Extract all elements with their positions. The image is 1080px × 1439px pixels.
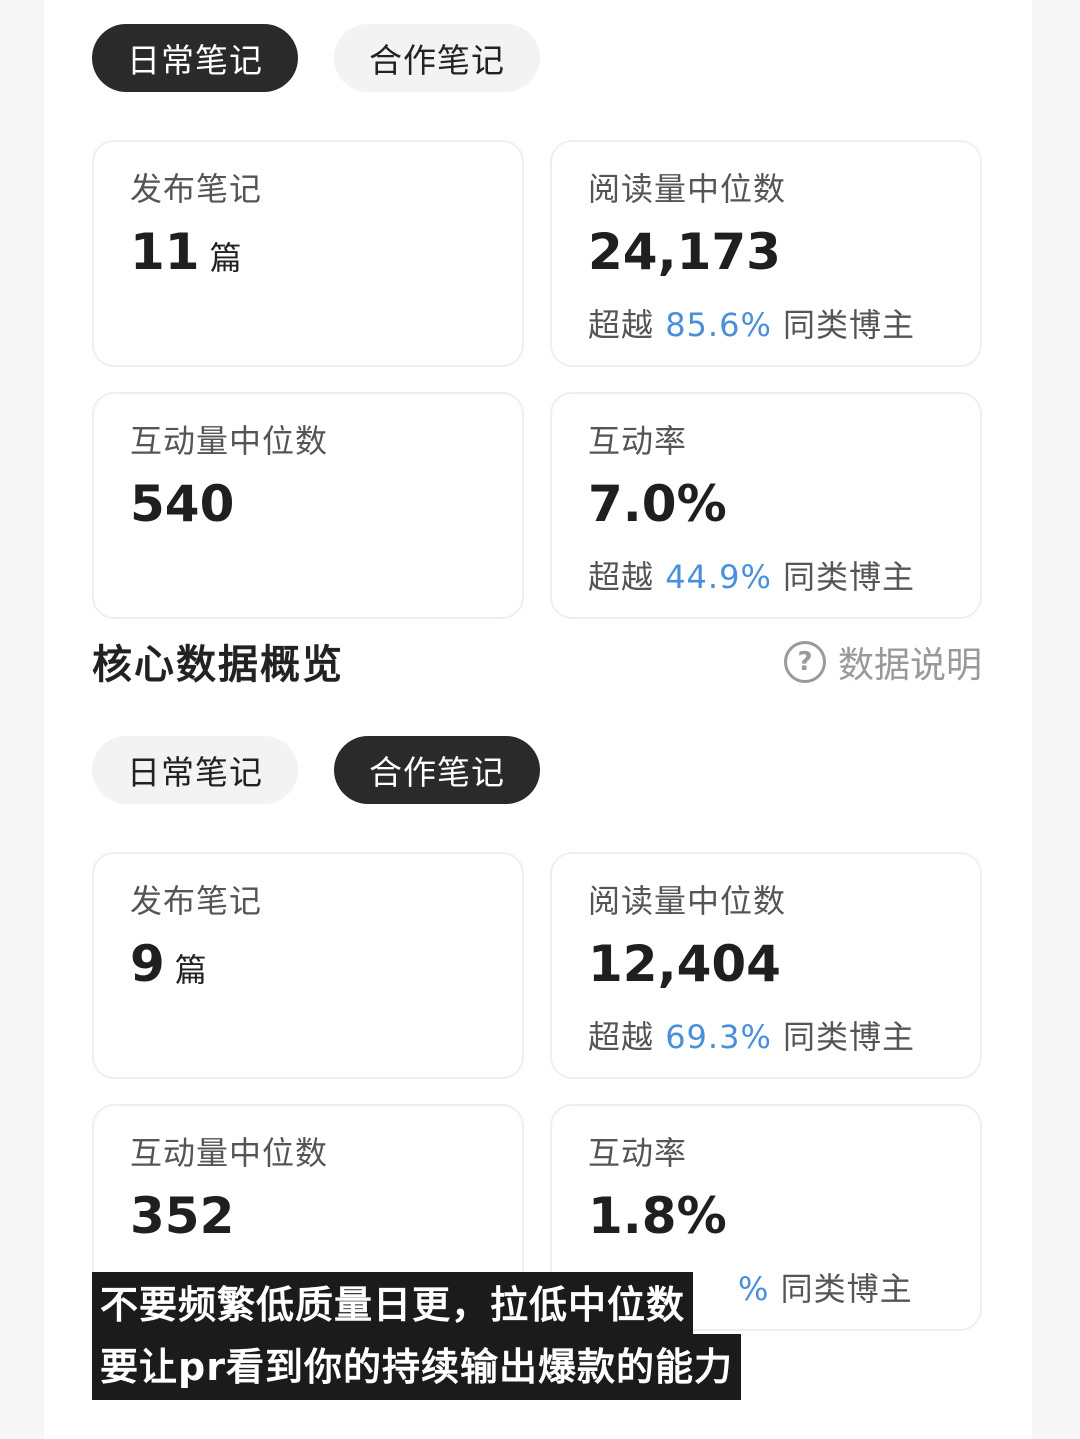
stat-label: 互动率 <box>588 1134 688 1172</box>
stat-card-interaction-rate: 互动率 7.0% 超越 44.9% 同类博主 <box>550 392 982 619</box>
rank-text: 超越 69.3% 同类博主 <box>588 1018 916 1056</box>
rank-percentage: 44.9% <box>665 558 772 596</box>
data-explanation-link[interactable]: ? 数据说明 <box>783 636 982 688</box>
tab-daily-notes[interactable]: 日常笔记 <box>92 24 298 92</box>
stat-value: 12,404 <box>588 935 781 993</box>
stat-value: 9篇 <box>130 935 207 993</box>
stat-label: 互动量中位数 <box>130 422 329 460</box>
stat-label: 阅读量中位数 <box>588 170 787 208</box>
section-title: 核心数据概览 <box>92 642 344 688</box>
rank-text: 超越 85.6% 同类博主 <box>588 306 916 344</box>
caption-line-2: 要让pr看到你的持续输出爆款的能力 <box>92 1334 741 1400</box>
stat-value: 7.0% <box>588 475 727 533</box>
data-explanation-label: 数据说明 <box>837 645 982 686</box>
question-circle-icon: ? <box>783 641 826 683</box>
rank-text: 超越 44.9% 同类博主 <box>588 558 916 596</box>
stat-label: 互动率 <box>588 422 688 460</box>
rank-percentage: 69.3% <box>665 1018 772 1056</box>
stat-label: 互动量中位数 <box>130 1134 329 1172</box>
rank-text-partial: % 同类博主 <box>738 1270 913 1308</box>
rank-percentage: 85.6% <box>665 306 772 344</box>
stat-label: 发布笔记 <box>130 882 263 920</box>
tab-collab-notes[interactable]: 合作笔记 <box>334 736 540 804</box>
note-type-tabs-bottom: 日常笔记 合作笔记 <box>92 736 540 804</box>
stat-card-reads-median: 阅读量中位数 12,404 超越 69.3% 同类博主 <box>550 852 982 1079</box>
stat-value: 24,173 <box>588 223 781 281</box>
stat-card-reads-median: 阅读量中位数 24,173 超越 85.6% 同类博主 <box>550 140 982 367</box>
stat-value: 540 <box>130 475 235 533</box>
stat-unit: 篇 <box>209 239 242 277</box>
stat-unit: 篇 <box>174 951 207 989</box>
note-type-tabs-top: 日常笔记 合作笔记 <box>92 24 540 92</box>
stat-card-interactions-median: 互动量中位数 540 <box>92 392 524 619</box>
stat-value: 11 篇 <box>130 223 242 281</box>
tab-daily-notes[interactable]: 日常笔记 <box>92 736 298 804</box>
stat-label: 发布笔记 <box>130 170 263 208</box>
caption-line-1: 不要频繁低质量日更，拉低中位数 <box>92 1272 694 1338</box>
stat-card-published: 发布笔记 11 篇 <box>92 140 524 367</box>
stat-value: 1.8% <box>588 1187 727 1245</box>
stat-card-published: 发布笔记 9篇 <box>92 852 524 1079</box>
stat-value: 352 <box>130 1187 235 1245</box>
stat-label: 阅读量中位数 <box>588 882 787 920</box>
tab-collab-notes[interactable]: 合作笔记 <box>334 24 540 92</box>
rank-percentage-partial: % <box>738 1270 770 1308</box>
